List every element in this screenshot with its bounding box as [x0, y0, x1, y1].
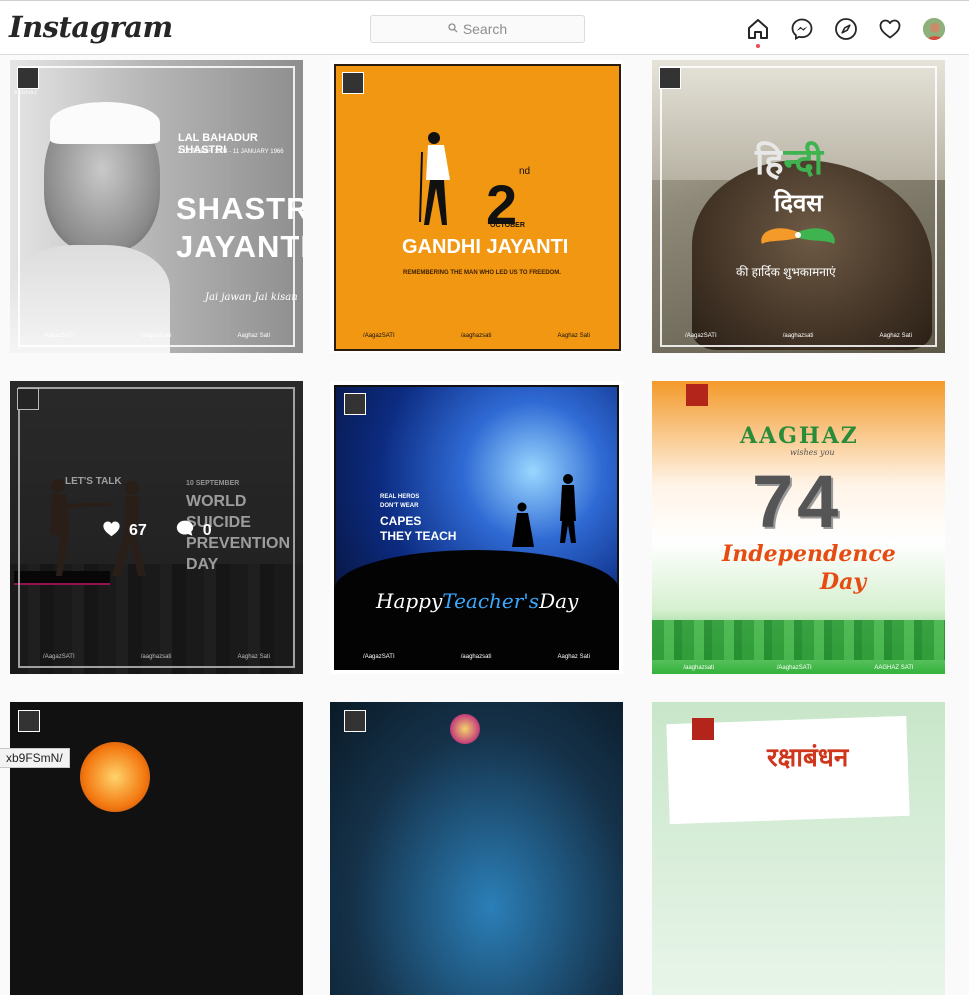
gandhi-silhouette-icon [418, 130, 462, 235]
post-headline: HappyTeacher'sDay [376, 589, 578, 613]
post-capes-text: CAPES THEY TEACH [380, 514, 456, 544]
post-headline: रक्षाबंधन [767, 742, 849, 772]
youtube-handle: Aaghaz Sati [237, 333, 270, 339]
post-partial-1[interactable] [10, 702, 303, 995]
post-subtitle: REMEMBERING THE MAN WHO LED US TO FREEDO… [403, 270, 561, 276]
post-headline-line-2: Day [820, 569, 867, 595]
search-icon [448, 20, 458, 38]
comments-count: 0 [202, 521, 212, 539]
facebook-handle: /AagazSATI [363, 654, 395, 660]
post-headline-hindi: हिन्दी [755, 136, 823, 185]
post-brand-subtitle: wishes you [790, 448, 835, 457]
headline-line-1: SHASTRI [176, 191, 303, 226]
home-icon[interactable] [746, 17, 770, 41]
facebook-handle: /AagazSATI [685, 333, 717, 339]
post-brand-title: AAGHAZ [740, 423, 859, 449]
post-partial-2[interactable] [330, 702, 623, 995]
post-teachers-day[interactable]: REAL HEROS DON'T WEAR CAPES THEY TEACH H… [330, 381, 623, 674]
post-independence-day[interactable]: AAGHAZ wishes you 74 Independence Day /a… [652, 381, 945, 674]
post-shastri-jayanti[interactable]: AAGHAZ LAL BAHADUR SHASTRI 2 OCTOBER 190… [10, 60, 303, 353]
search-placeholder-group: Search [448, 20, 507, 38]
social-handles: /AagazSATI /aaghazsati Aaghaz Sati [652, 333, 945, 339]
instagram-handle: /aaghazsati [683, 665, 715, 671]
instagram-handle: /aaghazsati [460, 333, 492, 339]
tricolor-mustache-icon [758, 226, 838, 253]
profile-avatar[interactable] [923, 18, 945, 40]
post-wish: की हार्दिक शुभकामनाएं [736, 265, 836, 279]
glow-graphic [450, 714, 480, 744]
explore-icon[interactable] [834, 17, 858, 41]
post-number: 74 [752, 460, 843, 543]
post-headline: GANDHI JAYANTI [402, 236, 569, 258]
social-handles: /AagazSATI /aaghazsati Aaghaz Sati [330, 333, 623, 339]
social-handles: /AagazSATI /aaghazsati Aaghaz Sati [10, 333, 303, 339]
post-tagline: REAL HEROS DON'T WEAR [380, 493, 419, 511]
post-headline-line-2: दिवस [774, 190, 823, 217]
post-headline-line-1: Independence [722, 541, 896, 567]
facebook-handle: /AagazSATI [363, 333, 395, 339]
headline-happy: Happy [376, 589, 443, 613]
youtube-handle: Aaghaz Sati [879, 333, 912, 339]
aaghaz-logo [659, 67, 681, 89]
orange-background [334, 64, 621, 351]
likes-count: 67 [129, 521, 147, 539]
youtube-handle: Aaghaz Sati [557, 654, 590, 660]
aaghaz-logo [692, 718, 714, 740]
aaghaz-logo [344, 393, 366, 415]
youtube-handle: Aaghaz Sati [557, 333, 590, 339]
date-suffix: nd [519, 166, 531, 177]
browser-status-url: xb9FSmN/ [0, 748, 70, 768]
youtube-handle: AAGHAZ SATI [874, 665, 914, 671]
comments-stat: 0 [175, 519, 212, 542]
instagram-handle: /aaghazsati [460, 654, 492, 660]
activity-heart-icon[interactable] [878, 17, 902, 41]
headline-teachers: Teacher's [442, 589, 540, 613]
tagline-line-1: REAL HEROS [380, 494, 420, 500]
headline-day: Day [539, 589, 579, 613]
headline-part-1: हि [755, 141, 784, 182]
date-month: OCTOBER [490, 222, 525, 229]
aaghaz-logo [18, 710, 40, 732]
instagram-logo[interactable]: Instagram [9, 10, 173, 44]
search-input[interactable]: Search [370, 15, 585, 43]
instagram-handle: /aaghazsati [782, 333, 814, 339]
social-handles: /aaghazsati /AaghazSATI AAGHAZ SATI [652, 665, 945, 671]
tagline-line-2: DON'T WEAR [380, 503, 419, 509]
sun-graphic [80, 742, 150, 812]
aaghaz-logo-text: AAGHAZ [14, 90, 38, 96]
social-handles: /AagazSATI /aaghazsati Aaghaz Sati [330, 654, 623, 660]
heart-filled-icon [102, 520, 121, 542]
post-partial-3[interactable]: रक्षाबंधन [652, 702, 945, 995]
post-hindi-diwas[interactable]: हिन्दी दिवस की हार्दिक शुभकामनाएं /Aagaz… [652, 60, 945, 353]
aaghaz-logo [17, 67, 39, 89]
aaghaz-logo [342, 72, 364, 94]
search-placeholder: Search [462, 21, 508, 37]
facebook-handle: /AaghazSATI [776, 665, 812, 671]
aaghaz-logo [344, 710, 366, 732]
top-navigation-bar: Instagram Search [0, 0, 969, 55]
post-dates: 2 OCTOBER 1904 - 11 JANUARY 1966 [178, 149, 284, 155]
aaghaz-logo [686, 384, 708, 406]
teacher-student-silhouette-icon [512, 474, 576, 547]
capes-line-2: THEY TEACH [380, 529, 457, 543]
monuments-skyline [652, 620, 945, 660]
post-headline: SHASTRI JAYANTI [176, 190, 303, 266]
instagram-handle: /aaghazsati [140, 333, 172, 339]
post-suicide-prevention-day[interactable]: LET'S TALK 10 SEPTEMBER WORLD SUICIDE PR… [10, 381, 303, 674]
headline-part-2: न्दी [783, 141, 824, 182]
likes-stat: 67 [102, 520, 147, 542]
facebook-handle: /AagazSATI [43, 333, 75, 339]
notification-dot [756, 44, 760, 48]
capes-line-1: CAPES [380, 514, 422, 528]
post-slogan: Jai jawan Jai kisan [205, 292, 298, 303]
headline-line-2: JAYANTI [176, 229, 303, 264]
comment-bubble-icon [175, 519, 195, 542]
post-hover-stats: 67 0 [102, 519, 212, 542]
post-gandhi-jayanti[interactable]: 2 nd OCTOBER GANDHI JAYANTI REMEMBERING … [330, 60, 623, 353]
messenger-icon[interactable] [790, 17, 814, 41]
